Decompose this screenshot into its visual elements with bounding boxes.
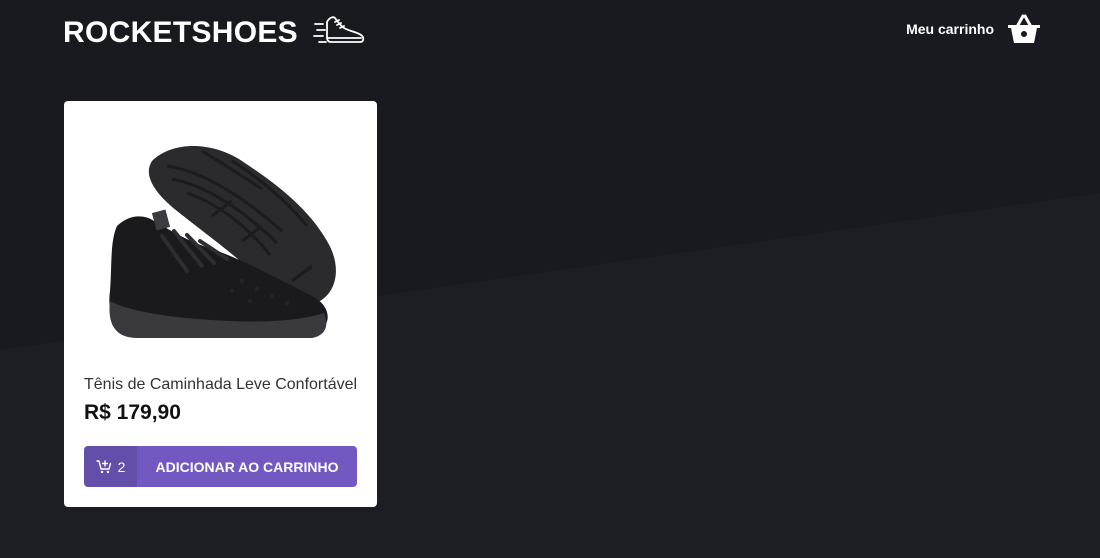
cart-quantity-value: 2 (117, 458, 126, 475)
logo-text: ROCKETSHOES (63, 16, 298, 49)
black-sneaker-image (109, 146, 336, 338)
product-title: Tênis de Caminhada Leve Confortável (84, 376, 358, 393)
cart-label: Meu carrinho (906, 21, 994, 37)
cart-quantity: 2 (84, 446, 137, 487)
shopping-basket-icon (1008, 14, 1040, 43)
product-card: Tênis de Caminhada Leve Confortável R$ 1… (64, 101, 377, 507)
add-to-cart-label: ADICIONAR AO CARRINHO (155, 458, 339, 475)
running-shoe-icon (313, 16, 365, 43)
product-price: R$ 179,90 (84, 401, 181, 424)
cart-link[interactable]: Meu carrinho (906, 13, 1042, 45)
logo-link[interactable]: ROCKETSHOES (63, 16, 367, 50)
add-to-cart-button[interactable]: 2 ADICIONAR AO CARRINHO (84, 446, 357, 487)
header: ROCKETSHOES Meu carrinho (63, 0, 1045, 70)
add-shopping-cart-icon (95, 459, 111, 473)
